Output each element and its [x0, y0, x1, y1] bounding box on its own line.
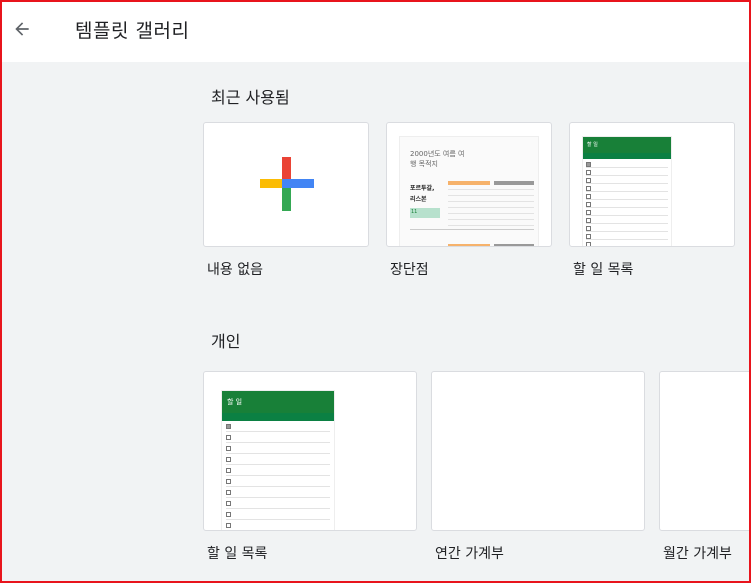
template-label-todo-personal: 할 일 목록	[207, 546, 268, 562]
section-title-recent: 최근 사용됨	[211, 88, 290, 107]
template-card-todo-recent[interactable]: 할 일	[569, 122, 735, 247]
page-title: 템플릿 갤러리	[75, 20, 190, 42]
thumbnail-text: 포르투갈,	[410, 185, 435, 192]
template-label-pros-cons: 장단점	[390, 262, 429, 278]
template-card-blank[interactable]	[203, 122, 369, 247]
arrow-back-icon	[15, 22, 29, 36]
thumbnail-text: 11	[411, 209, 418, 215]
plus-icon	[260, 157, 314, 211]
template-thumbnail: 할 일	[583, 137, 671, 246]
template-thumbnail: 할 일	[222, 391, 334, 530]
thumbnail-heading: 할 일	[587, 142, 598, 148]
template-card-annual-budget[interactable]	[431, 371, 645, 531]
back-button[interactable]	[8, 15, 36, 43]
section-title-personal: 개인	[211, 332, 241, 351]
top-app-bar: 템플릿 갤러리	[0, 0, 751, 62]
template-label-blank: 내용 없음	[207, 262, 263, 278]
template-label-monthly-budget: 월간 가계부	[663, 546, 732, 562]
template-card-todo-personal[interactable]: 할 일	[203, 371, 417, 531]
thumbnail-heading: 할 일	[227, 398, 243, 406]
template-gallery-content: 최근 사용됨 내용 없음 2000년도 여름 여행 목적지 포르투갈, 리스본 …	[0, 62, 751, 583]
template-card-monthly-budget[interactable]	[659, 371, 751, 531]
thumbnail-heading: 2000년도 여름 여행 목적지	[410, 150, 465, 168]
template-card-pros-cons[interactable]: 2000년도 여름 여행 목적지 포르투갈, 리스본 11	[386, 122, 552, 247]
thumbnail-text: 리스본	[410, 196, 427, 203]
template-thumbnail: 2000년도 여름 여행 목적지 포르투갈, 리스본 11	[400, 137, 538, 246]
template-label-todo-recent: 할 일 목록	[573, 262, 634, 278]
template-label-annual-budget: 연간 가계부	[435, 546, 504, 562]
